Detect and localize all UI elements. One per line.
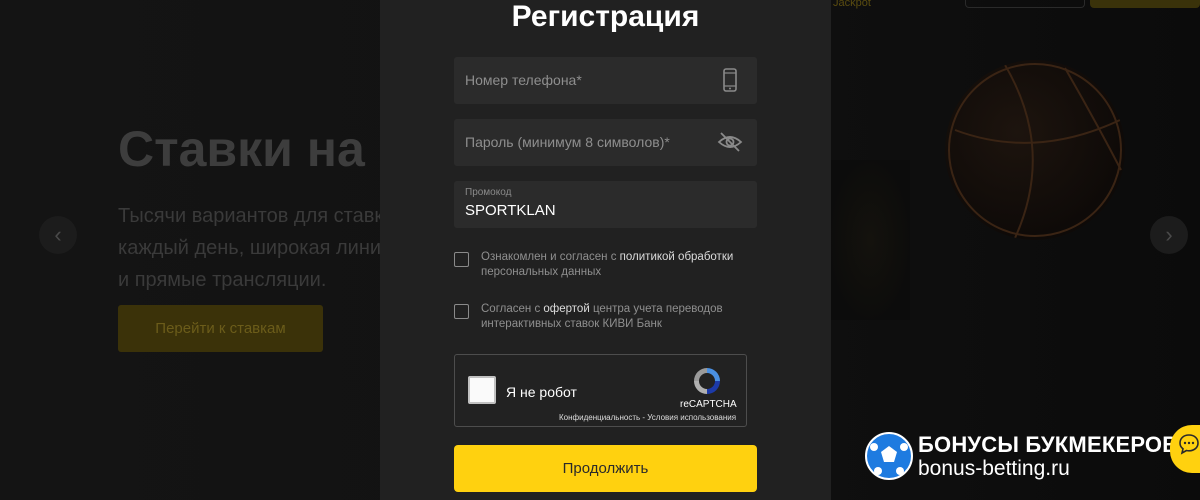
registration-modal: Регистрация Номер телефона* Пароль (мини… — [380, 0, 831, 500]
eye-slash-icon[interactable] — [717, 129, 743, 155]
offer-link[interactable]: офертой — [543, 303, 589, 315]
chevron-left-icon: ‹ — [54, 222, 62, 247]
promo-field[interactable]: Промокод SPORTKLAN — [454, 181, 757, 228]
phone-field[interactable]: Номер телефона* — [454, 57, 757, 104]
hero-subtext: Тысячи вариантов для ставки каждый день,… — [118, 200, 398, 296]
hero-headline: Ставки на с — [118, 121, 407, 177]
hero-subtext-line: каждый день, широкая линия — [118, 237, 392, 259]
chevron-right-icon: › — [1165, 222, 1173, 247]
hero-subtext-line: и прямые трансляции. — [118, 269, 327, 291]
basketball-image — [945, 60, 1125, 240]
top-bar-register-button[interactable] — [1090, 0, 1200, 8]
password-placeholder: Пароль (минимум 8 символов)* — [465, 134, 670, 150]
consent-privacy-row: Ознакомлен и согласен с политикой обрабо… — [454, 250, 774, 280]
top-bar-button[interactable] — [965, 0, 1085, 8]
chat-bubble-icon — [1179, 434, 1199, 455]
modal-title: Регистрация — [511, 0, 700, 33]
phone-icon — [723, 68, 737, 92]
promo-value: SPORTKLAN — [465, 202, 556, 219]
consent-privacy-prefix: Ознакомлен и согласен с — [481, 251, 620, 263]
sneaker-image — [830, 160, 910, 320]
recaptcha-widget: Я не робот reCAPTCHA Конфиденциальность … — [454, 354, 747, 427]
consent-privacy-text: Ознакомлен и согласен с политикой обрабо… — [481, 250, 733, 280]
watermark-title: БОНУСЫ БУКМЕКЕРОВ — [918, 432, 1179, 457]
password-field[interactable]: Пароль (минимум 8 символов)* — [454, 119, 757, 166]
consent-privacy-line2: персональных данных — [481, 266, 602, 278]
hero-subtext-line: Тысячи вариантов для ставки — [118, 205, 395, 227]
carousel-next-button[interactable]: › — [1150, 216, 1188, 254]
consent-privacy-checkbox[interactable] — [454, 252, 469, 267]
watermark-url: bonus-betting.ru — [918, 457, 1070, 480]
consent-offer-line2: интерактивных ставок КИВИ Банк — [481, 318, 662, 330]
recaptcha-label: Я не робот — [506, 384, 577, 400]
go-to-bets-button[interactable]: Перейти к ставкам — [118, 305, 323, 352]
consent-offer-prefix: Согласен с — [481, 303, 544, 315]
privacy-policy-link[interactable]: политикой обработки — [620, 251, 734, 263]
consent-offer-row: Согласен с офертой центра учета переводо… — [454, 302, 774, 332]
continue-button[interactable]: Продолжить — [454, 445, 757, 492]
recaptcha-logo-icon — [694, 368, 720, 394]
recaptcha-links[interactable]: Конфиденциальность - Условия использован… — [559, 413, 736, 422]
recaptcha-brand: reCAPTCHA — [680, 399, 737, 410]
recaptcha-checkbox[interactable] — [468, 376, 496, 404]
carousel-prev-button[interactable]: ‹ — [39, 216, 77, 254]
jackpot-link[interactable]: Jackpot — [833, 0, 871, 9]
consent-offer-checkbox[interactable] — [454, 304, 469, 319]
consent-offer-suffix: центра учета переводов — [589, 303, 723, 315]
soccer-ball-logo-icon — [865, 432, 913, 480]
phone-placeholder: Номер телефона* — [465, 72, 582, 88]
consent-offer-text: Согласен с офертой центра учета переводо… — [481, 302, 723, 332]
promo-label: Промокод — [465, 187, 512, 198]
